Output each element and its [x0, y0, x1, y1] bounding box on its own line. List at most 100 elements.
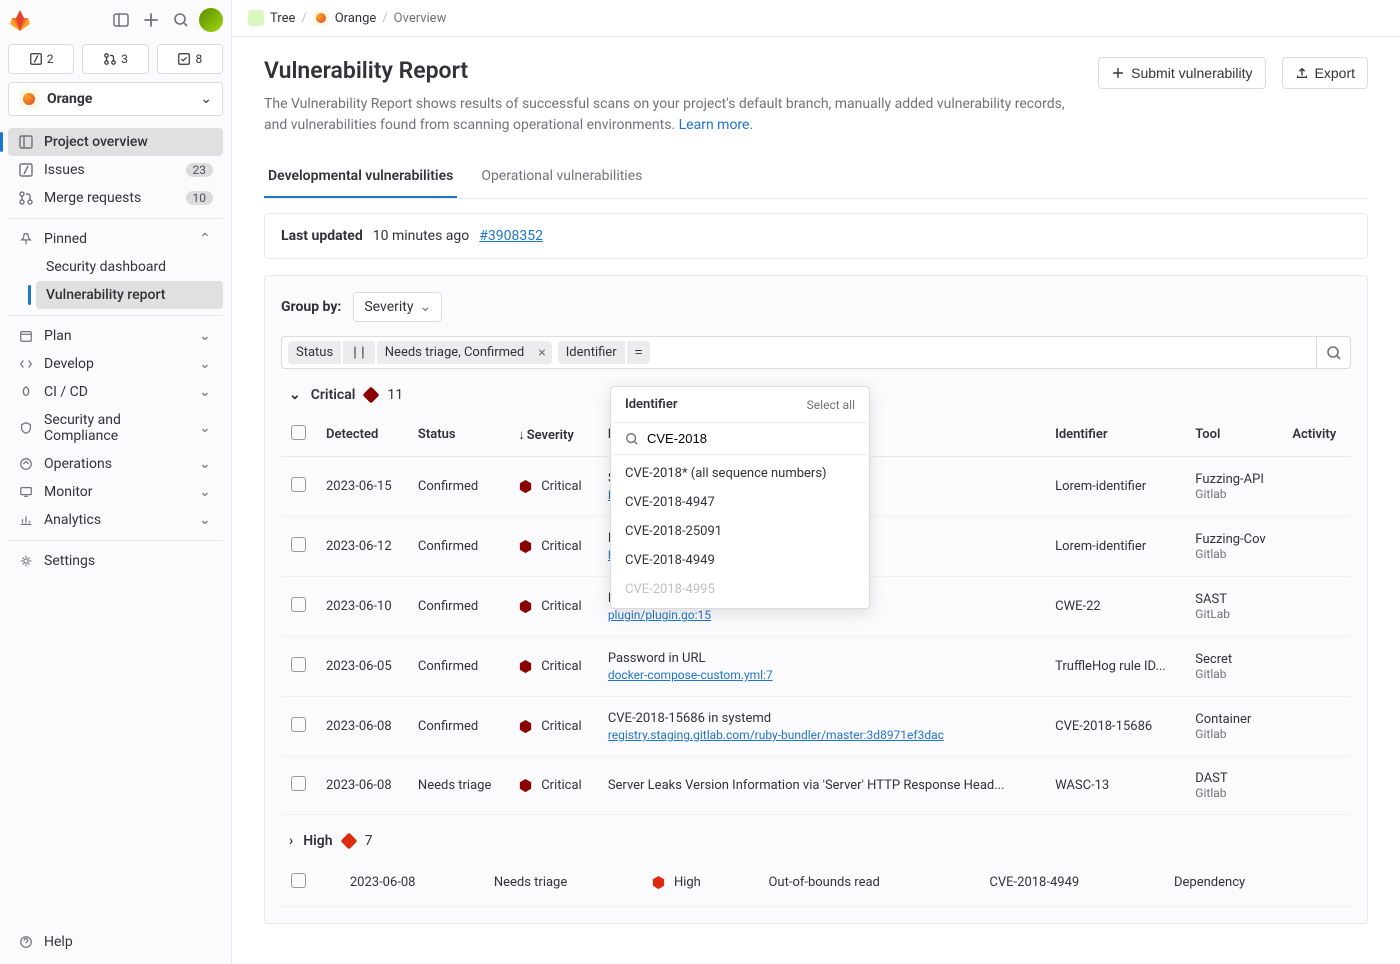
- filter-search-button[interactable]: [1316, 337, 1350, 368]
- group-by-dropdown[interactable]: Severity ⌄: [353, 292, 442, 322]
- nav-settings[interactable]: Settings: [8, 547, 223, 575]
- nav-label: Project overview: [44, 134, 213, 150]
- group-header-high[interactable]: › High 7: [281, 815, 1351, 859]
- plus-icon[interactable]: [139, 8, 163, 32]
- page-description: The Vulnerability Report shows results o…: [264, 94, 1082, 136]
- select-all-link[interactable]: Select all: [807, 398, 855, 412]
- shield-icon: [18, 420, 34, 436]
- row-checkbox[interactable]: [291, 537, 306, 552]
- submit-vulnerability-button[interactable]: Submit vulnerability: [1098, 57, 1265, 89]
- cell-tool: DASTGitlab: [1185, 757, 1282, 815]
- cell-identifier: CVE-2018-4949: [979, 859, 1164, 907]
- nav-develop[interactable]: Develop⌄: [8, 350, 223, 378]
- search-icon[interactable]: [169, 8, 193, 32]
- nav-label: Plan: [44, 328, 189, 344]
- export-button[interactable]: Export: [1282, 57, 1368, 89]
- col-tool[interactable]: Tool: [1185, 413, 1282, 457]
- nav-security-dashboard[interactable]: Security dashboard: [36, 253, 223, 281]
- dropdown-item[interactable]: CVE-2018-25091: [611, 517, 869, 546]
- learn-more-link[interactable]: Learn more.: [679, 117, 754, 133]
- row-checkbox[interactable]: [291, 597, 306, 612]
- dropdown-item[interactable]: CVE-2018-4949: [611, 546, 869, 575]
- severity-hexagon-icon: [518, 778, 533, 793]
- breadcrumb-project[interactable]: Orange: [335, 11, 377, 26]
- todos-pill[interactable]: 8: [157, 44, 223, 74]
- nav-project-overview[interactable]: Project overview: [8, 128, 223, 156]
- vulnerability-title[interactable]: Password in URL: [608, 651, 706, 666]
- nav-help[interactable]: Help: [8, 928, 223, 956]
- nav-label: Pinned: [44, 231, 189, 247]
- nav-vulnerability-report[interactable]: Vulnerability report: [36, 281, 223, 309]
- vulnerability-title[interactable]: CVE-2018-15686 in systemd: [608, 711, 771, 726]
- filter-token-identifier[interactable]: Identifier =: [558, 341, 651, 364]
- user-avatar[interactable]: [199, 8, 223, 32]
- row-checkbox[interactable]: [291, 776, 306, 791]
- filter-bar[interactable]: Status || Needs triage, Confirmed × Iden…: [281, 336, 1351, 369]
- cell-identifier: CWE-22: [1045, 577, 1185, 637]
- gitlab-logo[interactable]: [8, 8, 32, 32]
- group-label: Critical: [311, 387, 356, 403]
- col-activity[interactable]: Activity: [1282, 413, 1351, 457]
- nav-label: Settings: [44, 553, 213, 569]
- col-status[interactable]: Status: [408, 413, 508, 457]
- todos-pill-count: 8: [195, 52, 202, 66]
- row-checkbox[interactable]: [291, 477, 306, 492]
- chevron-down-icon: ⌄: [199, 512, 213, 528]
- nav-issues[interactable]: Issues 23: [8, 156, 223, 184]
- nav-security[interactable]: Security and Compliance⌄: [8, 406, 223, 450]
- severity-hexagon-icon: [518, 719, 533, 734]
- sort-desc-icon: ↓: [518, 427, 525, 443]
- mr-pill[interactable]: 3: [82, 44, 148, 74]
- cell-activity: [1317, 859, 1351, 907]
- group-label: High: [303, 833, 332, 849]
- nav-analytics[interactable]: Analytics⌄: [8, 506, 223, 534]
- dropdown-search-input[interactable]: [647, 431, 855, 446]
- nav-cicd[interactable]: CI / CD⌄: [8, 378, 223, 406]
- nav-plan[interactable]: Plan ⌄: [8, 322, 223, 350]
- cell-status: Confirmed: [408, 637, 508, 697]
- last-updated-bar: Last updated 10 minutes ago #3908352: [264, 213, 1368, 259]
- severity-critical-icon: [363, 387, 380, 404]
- issues-pill[interactable]: 2: [8, 44, 74, 74]
- select-all-checkbox[interactable]: [291, 425, 306, 440]
- filter-token-status[interactable]: Status || Needs triage, Confirmed ×: [288, 341, 552, 364]
- cell-severity: Critical: [508, 637, 598, 697]
- dropdown-item[interactable]: CVE-2018-4995: [611, 575, 869, 604]
- vulnerability-title[interactable]: Out-of-bounds read: [768, 875, 879, 890]
- col-identifier[interactable]: Identifier: [1045, 413, 1185, 457]
- filters-panel: Group by: Severity ⌄ Status || Needs tri…: [264, 275, 1368, 924]
- page-title: Vulnerability Report: [264, 57, 1082, 84]
- breadcrumb-group[interactable]: Tree: [270, 11, 295, 26]
- cell-description: CVE-2018-15686 in systemd registry.stagin…: [598, 697, 1045, 757]
- row-checkbox[interactable]: [291, 873, 306, 888]
- cell-status: Needs triage: [484, 859, 641, 907]
- col-severity[interactable]: ↓Severity: [508, 413, 598, 457]
- row-checkbox[interactable]: [291, 657, 306, 672]
- row-checkbox[interactable]: [291, 717, 306, 732]
- vulnerability-path-link[interactable]: docker-compose-custom.yml:7: [608, 668, 1035, 682]
- panel-icon[interactable]: [109, 8, 133, 32]
- vulnerability-path-link[interactable]: registry.staging.gitlab.com/ruby-bundler…: [608, 728, 1035, 742]
- remove-token-icon[interactable]: ×: [532, 345, 551, 361]
- dropdown-item[interactable]: CVE-2018-4947: [611, 488, 869, 517]
- sidebar-quick-links: 2 3 8: [0, 40, 231, 82]
- chevron-down-icon: ⌄: [199, 420, 213, 436]
- sidebar-top: [0, 0, 231, 40]
- nav-pinned[interactable]: Pinned ⌃: [8, 225, 223, 253]
- chevron-down-icon: ⌄: [199, 328, 213, 344]
- cell-detected: 2023-06-08: [340, 859, 484, 907]
- col-detected[interactable]: Detected: [316, 413, 408, 457]
- cell-detected: 2023-06-08: [316, 697, 408, 757]
- nav-operations[interactable]: Operations⌄: [8, 450, 223, 478]
- nav-merge-requests[interactable]: Merge requests 10: [8, 184, 223, 212]
- tab-operational[interactable]: Operational vulnerabilities: [477, 156, 646, 198]
- tab-developmental[interactable]: Developmental vulnerabilities: [264, 156, 457, 198]
- cell-identifier: CVE-2018-15686: [1045, 697, 1185, 757]
- cell-description: Server Leaks Version Information via 'Se…: [598, 757, 1045, 815]
- vulnerability-title[interactable]: Server Leaks Version Information via 'Se…: [608, 778, 1005, 793]
- project-context-switcher[interactable]: Orange ⌄: [8, 82, 223, 116]
- pipeline-link[interactable]: #3908352: [479, 228, 543, 244]
- vulnerability-path-link[interactable]: plugin/plugin.go:15: [608, 608, 1035, 622]
- nav-monitor[interactable]: Monitor⌄: [8, 478, 223, 506]
- dropdown-item[interactable]: CVE-2018* (all sequence numbers): [611, 459, 869, 488]
